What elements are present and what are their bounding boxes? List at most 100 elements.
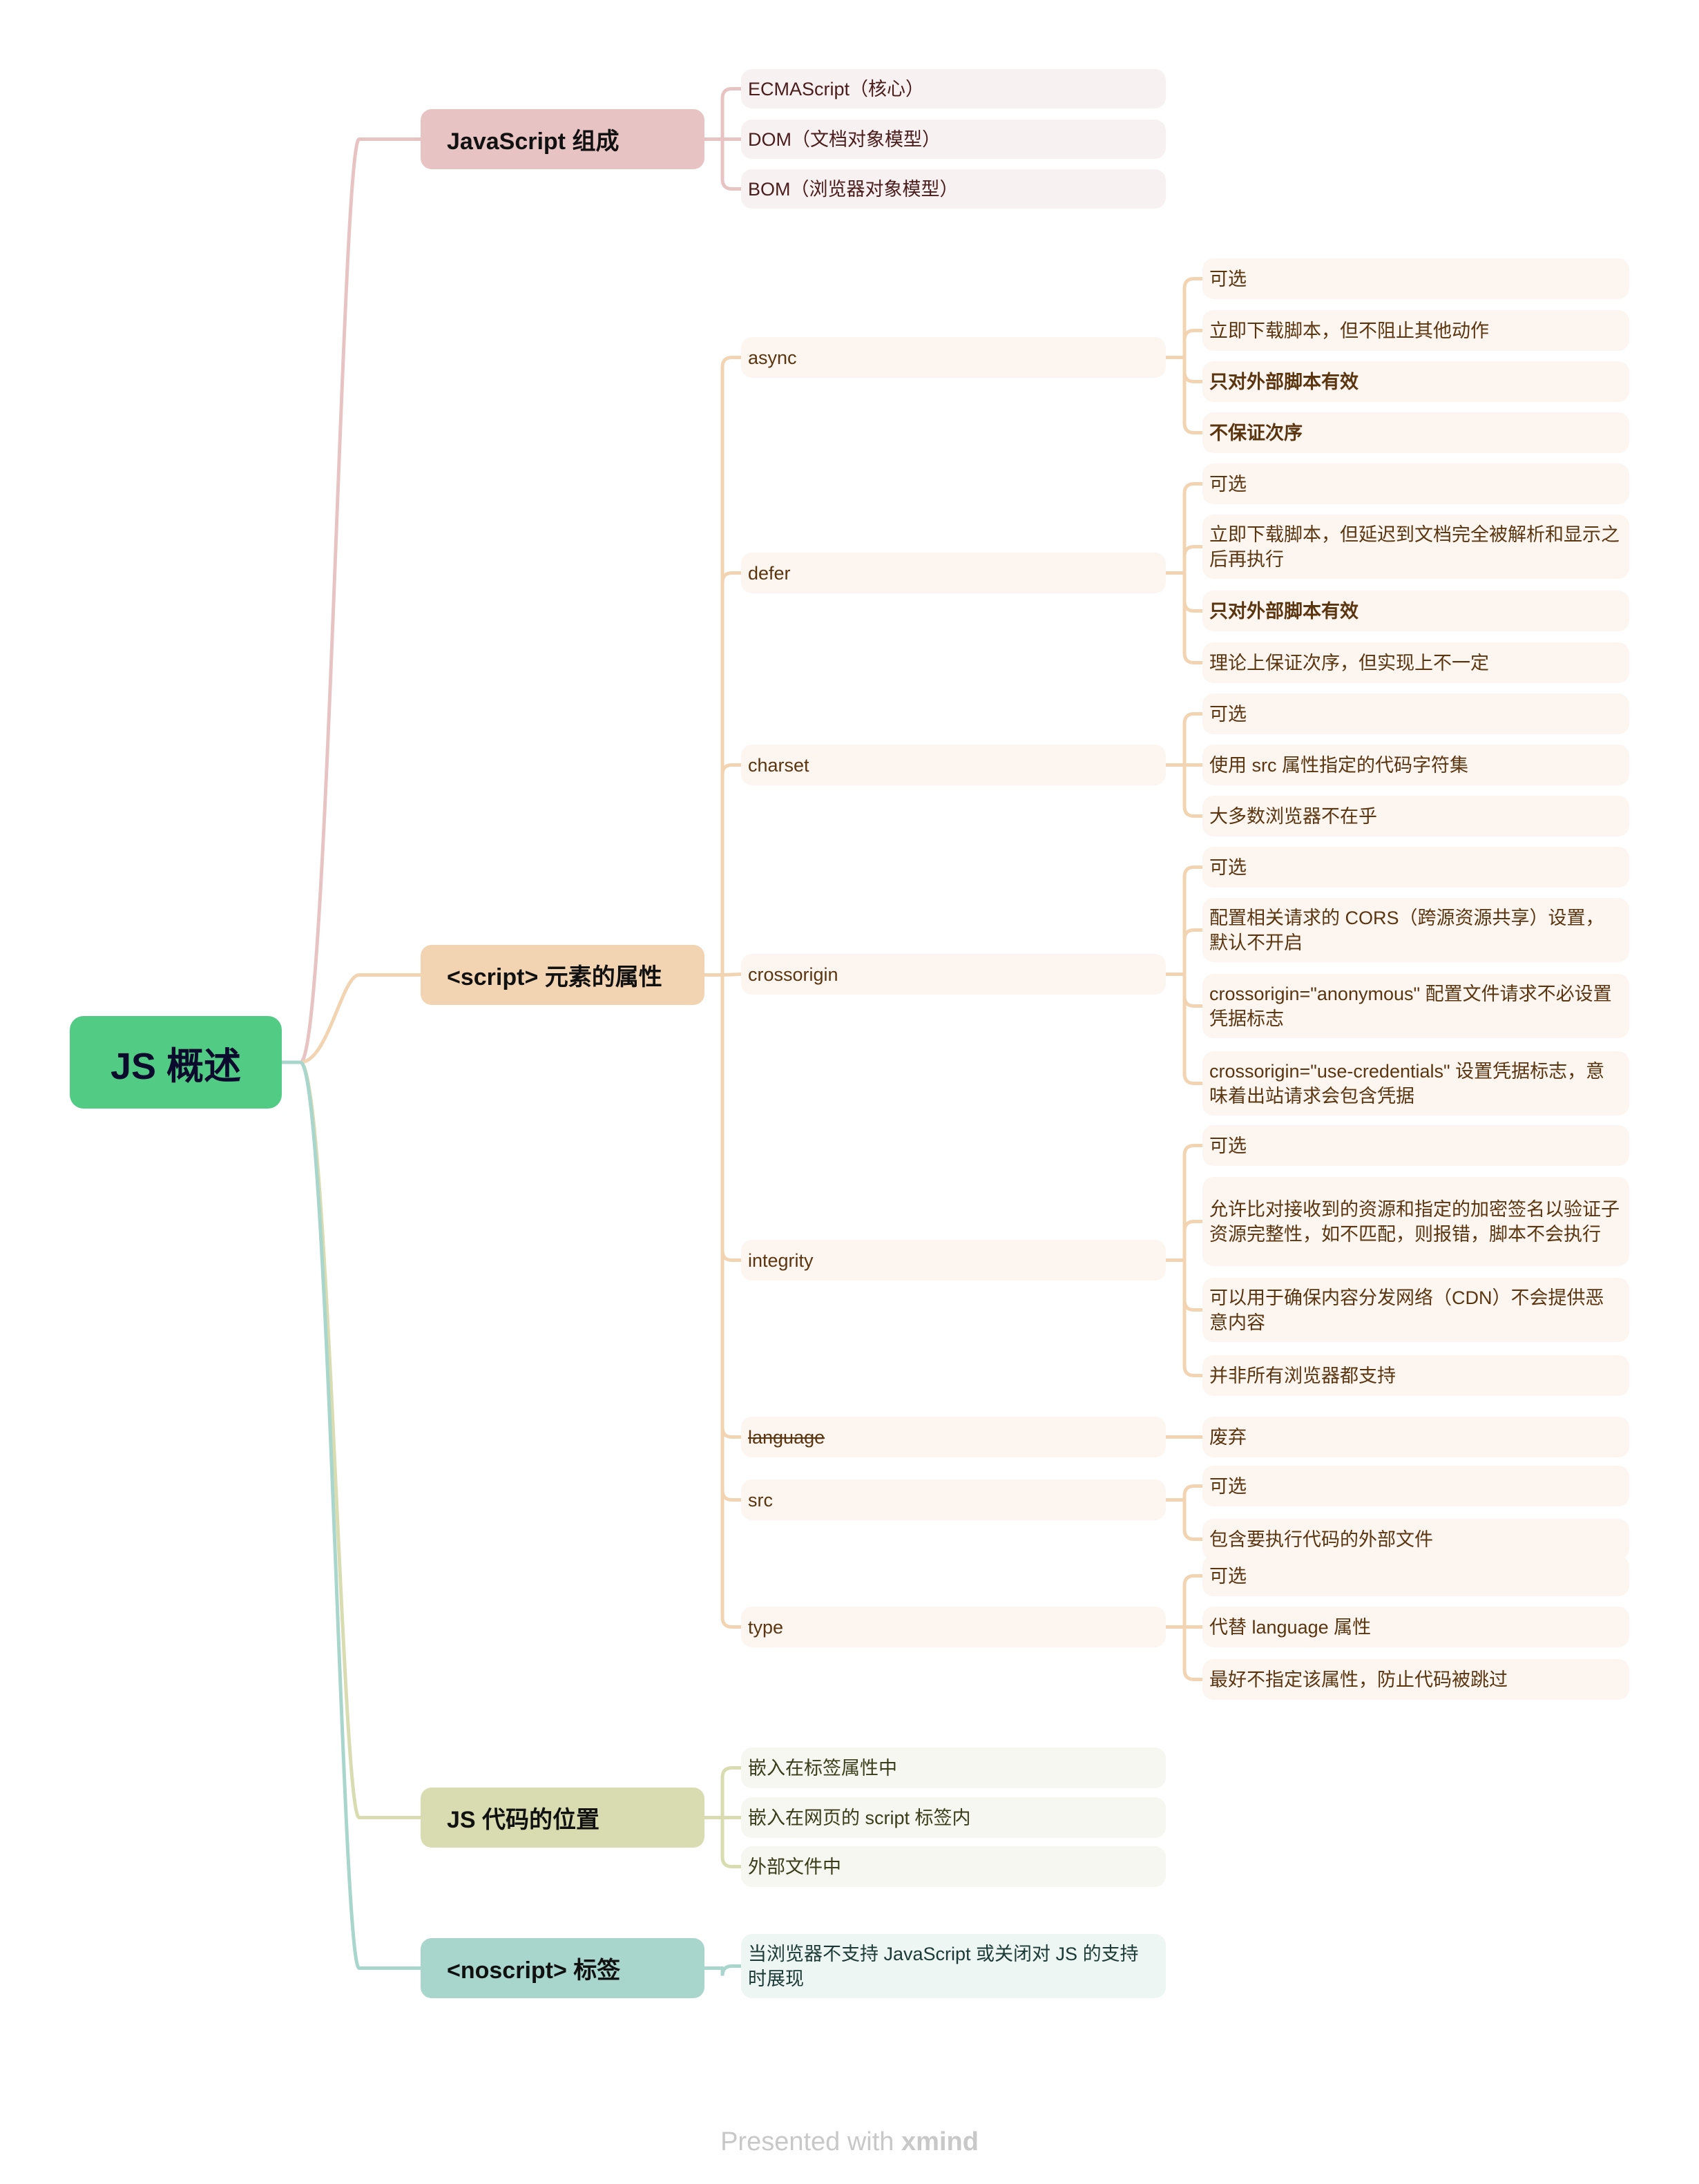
subtopic-label: defer — [748, 562, 791, 584]
subtopic[interactable]: DOM（文档对象模型） — [741, 119, 1166, 159]
detail-topic[interactable]: crossorigin="anonymous" 配置文件请求不必设置凭据标志 — [1202, 974, 1629, 1038]
detail-topic[interactable]: 不保证次序 — [1202, 412, 1629, 453]
detail-topic-label: crossorigin="use-credentials" 设置凭据标志，意味着… — [1209, 1060, 1605, 1107]
subtopic-label: type — [748, 1616, 784, 1638]
detail-topic[interactable]: 最好不指定该属性，防止代码被跳过 — [1202, 1659, 1629, 1700]
main-topic-connector-link — [720, 137, 743, 191]
subtopic-label: charset — [748, 754, 809, 776]
subtopic[interactable]: language — [741, 1417, 1166, 1457]
detail-topic-label: 代替 language 属性 — [1209, 1616, 1372, 1638]
detail-topic[interactable]: 立即下载脚本，但延迟到文档完全被解析和显示之后再执行 — [1202, 515, 1629, 579]
detail-topic[interactable]: 废弃 — [1202, 1417, 1629, 1457]
main-topic-label: JS 代码的位置 — [447, 1807, 600, 1833]
subtopic-label: src — [748, 1489, 773, 1511]
subtopic-connector-link — [1182, 1574, 1204, 1629]
subtopic[interactable]: async — [741, 337, 1166, 378]
root-topic-label: JS 概述 — [110, 1045, 242, 1087]
detail-topic[interactable]: 可选 — [1202, 693, 1629, 734]
detail-topic-label: 立即下载脚本，但延迟到文档完全被解析和显示之后再执行 — [1209, 524, 1620, 570]
detail-topic[interactable]: 可选 — [1202, 258, 1629, 299]
detail-topic[interactable]: crossorigin="use-credentials" 设置凭据标志，意味着… — [1202, 1051, 1629, 1115]
main-topic-connector-link — [720, 1964, 743, 1976]
detail-topic-label: 不保证次序 — [1209, 422, 1303, 443]
subtopic-label: crossorigin — [748, 964, 838, 985]
detail-topic[interactable]: 可选 — [1202, 1466, 1629, 1506]
subtopic[interactable]: src — [741, 1479, 1166, 1520]
subtopic[interactable]: charset — [741, 745, 1166, 785]
subtopic-connector-link — [1182, 329, 1204, 359]
subtopic-connector-link — [1182, 571, 1204, 664]
subtopic-connector-link — [1182, 1258, 1204, 1377]
subtopic[interactable]: type — [741, 1607, 1166, 1647]
detail-topic-label: 可选 — [1209, 1475, 1247, 1497]
subtopic-connector-link — [1182, 1484, 1204, 1502]
main-topic-connector-link — [720, 356, 743, 977]
main-topic-connector-link — [720, 87, 743, 141]
detail-topic[interactable]: 可选 — [1202, 1555, 1629, 1596]
detail-topic-label: 最好不指定该属性，防止代码被跳过 — [1209, 1669, 1508, 1690]
subtopic[interactable]: BOM（浏览器对象模型） — [741, 169, 1166, 209]
detail-topic[interactable]: 可选 — [1202, 1125, 1629, 1166]
detail-topic-label: 可选 — [1209, 856, 1247, 878]
subtopic-connector-link — [1182, 1625, 1204, 1681]
detail-topic[interactable]: 代替 language 属性 — [1202, 1607, 1629, 1647]
subtopic-connector-link — [1182, 763, 1204, 818]
main-topic-label: JavaScript 组成 — [447, 128, 620, 155]
detail-topic-label: 大多数浏览器不在乎 — [1209, 805, 1377, 827]
subtopic[interactable]: 嵌入在标签属性中 — [741, 1747, 1166, 1788]
detail-topic-label: 立即下载脚本，但不阻止其他动作 — [1209, 320, 1489, 341]
detail-topic[interactable]: 配置相关请求的 CORS（跨源资源共享）设置，默认不开启 — [1202, 898, 1629, 962]
subtopic-label: 当浏览器不支持 JavaScript 或关闭对 JS 的支持时展现 — [748, 1943, 1139, 1989]
detail-topic-label: 并非所有浏览器都支持 — [1209, 1365, 1396, 1386]
detail-topic[interactable]: 可以用于确保内容分发网络（CDN）不会提供恶意内容 — [1202, 1278, 1629, 1342]
subtopic-label: DOM（文档对象模型） — [748, 128, 941, 150]
subtopic-connector-link — [1182, 482, 1204, 575]
detail-topic[interactable]: 大多数浏览器不在乎 — [1202, 796, 1629, 836]
main-topic-connector-link — [720, 973, 743, 1439]
detail-topic[interactable]: 可选 — [1202, 847, 1629, 888]
detail-topic[interactable]: 立即下载脚本，但不阻止其他动作 — [1202, 310, 1629, 351]
detail-topic-label: 包含要执行代码的外部文件 — [1209, 1529, 1433, 1550]
subtopic[interactable]: 外部文件中 — [741, 1846, 1166, 1887]
subtopic[interactable]: 当浏览器不支持 JavaScript 或关闭对 JS 的支持时展现 — [741, 1934, 1166, 1998]
detail-topic[interactable]: 只对外部脚本有效 — [1202, 591, 1629, 631]
subtopic-connector-link — [1182, 1258, 1204, 1312]
main-topic-label: <script> 元素的属性 — [447, 964, 662, 990]
main-topic-connector-link — [720, 973, 743, 1262]
root-branch-connector — [298, 137, 423, 1064]
subtopic-label: async — [748, 347, 797, 368]
subtopic-connector-link — [1182, 1498, 1204, 1541]
detail-topic[interactable]: 并非所有浏览器都支持 — [1202, 1355, 1629, 1396]
subtopic-connector-link — [1182, 928, 1204, 976]
main-topic-2[interactable]: <script> 元素的属性 — [421, 945, 704, 1005]
main-topic-3[interactable]: JS 代码的位置 — [421, 1788, 704, 1848]
detail-topic[interactable]: 允许比对接收到的资源和指定的加密签名以验证子资源完整性，如不匹配，则报错，脚本不… — [1202, 1177, 1629, 1266]
detail-topic-label: 可选 — [1209, 703, 1247, 725]
detail-topic[interactable]: 只对外部脚本有效 — [1202, 361, 1629, 402]
detail-topic[interactable]: 可选 — [1202, 463, 1629, 504]
detail-topic[interactable]: 使用 src 属性指定的代码字符集 — [1202, 745, 1629, 785]
main-topic-connector-link — [720, 973, 743, 1502]
detail-topic-label: 可选 — [1209, 1565, 1247, 1587]
subtopic-connector-link — [1182, 1144, 1204, 1262]
main-topic-connector-link — [720, 973, 743, 1629]
detail-topic-label: 可选 — [1209, 1135, 1247, 1156]
footer-brand: xmind — [901, 2127, 979, 2156]
detail-topic-label: 可选 — [1209, 268, 1247, 289]
subtopic[interactable]: ECMAScript（核心） — [741, 69, 1166, 108]
subtopic-label: BOM（浏览器对象模型） — [748, 178, 959, 200]
root-topic[interactable]: JS 概述 — [70, 1016, 282, 1109]
subtopic[interactable]: 嵌入在网页的 script 标签内 — [741, 1797, 1166, 1838]
subtopic[interactable]: integrity — [741, 1240, 1166, 1281]
subtopic[interactable]: defer — [741, 553, 1166, 593]
main-topic-1[interactable]: JavaScript 组成 — [421, 109, 704, 169]
main-topic-connector-link — [720, 763, 743, 977]
detail-topic-label: 允许比对接收到的资源和指定的加密签名以验证子资源完整性，如不匹配，则报错，脚本不… — [1209, 1198, 1620, 1245]
detail-topic[interactable]: 包含要执行代码的外部文件 — [1202, 1519, 1629, 1560]
main-topic-4[interactable]: <noscript> 标签 — [421, 1938, 704, 1998]
footer-watermark: Presented with xmind — [0, 2127, 1699, 2157]
subtopic-connector-link — [1182, 1220, 1204, 1262]
detail-topic[interactable]: 理论上保证次序，但实现上不一定 — [1202, 642, 1629, 683]
subtopic[interactable]: crossorigin — [741, 954, 1166, 995]
subtopic-connector-link — [1182, 973, 1204, 1008]
